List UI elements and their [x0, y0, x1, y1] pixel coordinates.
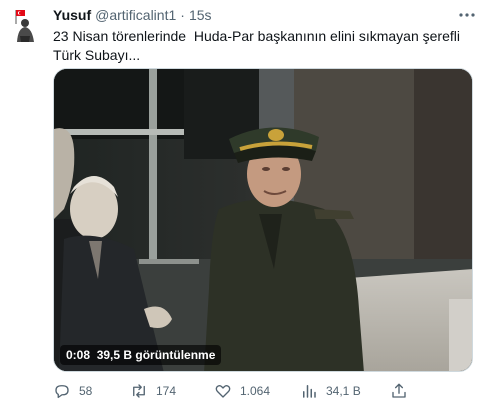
- tweet-time[interactable]: 15s: [189, 7, 212, 23]
- separator-dot: ·: [180, 7, 185, 23]
- view-count: 34,1 B: [326, 384, 361, 398]
- reply-count: 58: [79, 384, 93, 398]
- tweet-text: 23 Nisan törenlerinde Huda-Par başkanını…: [53, 28, 468, 63]
- more-icon: [459, 13, 475, 17]
- reply-button[interactable]: 58: [53, 380, 92, 402]
- views-button[interactable]: 34,1 B: [300, 380, 361, 402]
- like-count: 1.064: [240, 384, 271, 398]
- video-duration: 0:08: [66, 348, 91, 362]
- retweet-button[interactable]: 174: [130, 380, 176, 402]
- share-icon: [392, 383, 406, 398]
- flag-figure-avatar-icon: [4, 6, 44, 46]
- author-handle[interactable]: @artificalint1: [95, 7, 176, 23]
- video-frame: [54, 69, 472, 371]
- reply-icon: [55, 385, 69, 399]
- tweet[interactable]: Yusuf @artificalint1 · 15s 23 Nisan töre…: [0, 0, 488, 410]
- retweet-icon: [133, 384, 145, 398]
- avatar[interactable]: [4, 6, 44, 46]
- views-icon: [303, 385, 316, 398]
- tweet-header: Yusuf @artificalint1 · 15s: [53, 6, 212, 24]
- action-bar: 58 174 1.064 34,1 B: [53, 380, 473, 402]
- heart-icon: [215, 384, 231, 398]
- like-button[interactable]: 1.064: [214, 380, 270, 402]
- video-player[interactable]: [53, 68, 473, 372]
- share-button[interactable]: [390, 380, 408, 402]
- video-views: 39,5 B görüntülenme: [96, 348, 216, 362]
- more-button[interactable]: [456, 6, 478, 24]
- author-name[interactable]: Yusuf: [53, 7, 91, 23]
- retweet-count: 174: [156, 384, 177, 398]
- video-duration-badge: 0:08 39,5 B görüntülenme: [60, 345, 222, 365]
